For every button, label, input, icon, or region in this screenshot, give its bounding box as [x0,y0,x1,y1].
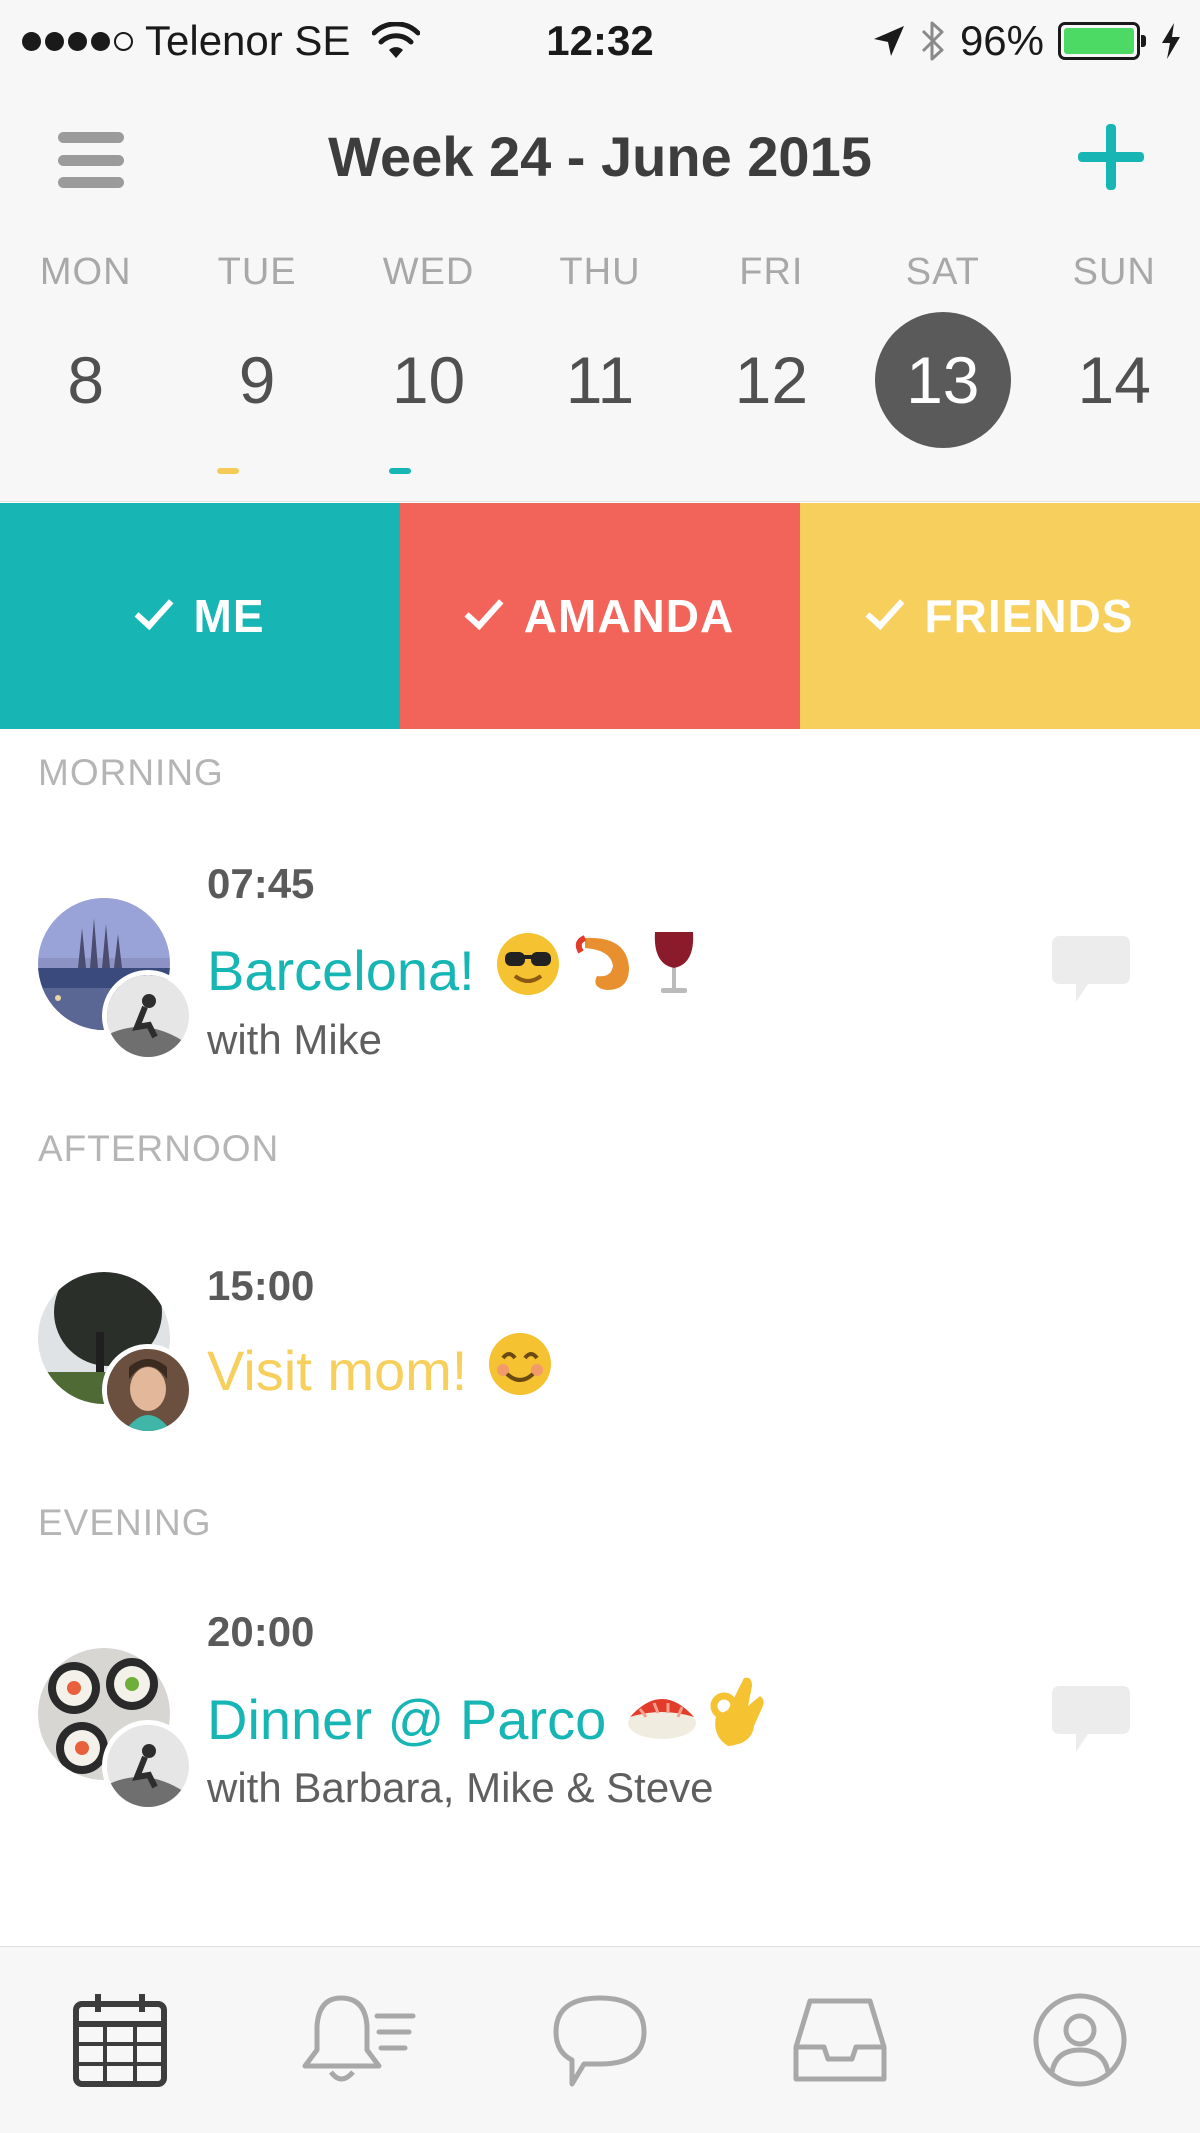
event-time: 15:00 [207,1262,315,1309]
filter-amanda-toggle[interactable]: AMANDA [400,503,800,729]
day-wed[interactable]: WED 10 [343,252,514,492]
notifications-bell-icon [302,1995,416,2082]
checkmark-icon [865,589,905,631]
day-tue[interactable]: TUE 9 [171,252,342,492]
add-event-button[interactable] [1078,124,1144,190]
event-time: 20:00 [207,1608,315,1655]
tab-inbox[interactable] [720,1947,960,2133]
event-row-dinner[interactable]: 20:00 Dinner @ Parco with Barbara, Mike … [0,1608,1200,1828]
day-name: TUE [217,251,297,293]
status-bar: Telenor SE 12:32 96% [0,0,1200,82]
section-header-morning: MORNING [38,752,224,793]
event-title: Visit mom! [207,1328,555,1414]
filter-label: ME [193,590,265,642]
event-title: Barcelona! [207,928,699,1014]
event-participants: with Barbara, Mike & Steve [207,1764,714,1811]
tab-messages[interactable] [480,1947,720,2133]
skater-photo [107,1725,189,1807]
day-mon[interactable]: MON 8 [0,252,171,492]
battery-level [1064,28,1134,54]
day-name: SUN [1072,251,1156,293]
sushi-emoji [624,1677,700,1763]
ok-hand-emoji [708,1676,768,1764]
section-header-evening: EVENING [38,1502,212,1543]
battery-icon [1058,22,1146,60]
event-time: 07:45 [207,860,315,907]
user-avatar [102,1720,194,1812]
event-participants: with Mike [207,1016,383,1063]
event-row-visit-mom[interactable]: 15:00 Visit mom! [0,1262,1200,1482]
profile-icon [1033,1993,1127,2087]
event-title-text: Dinner @ Parco [207,1688,607,1751]
location-arrow-icon [873,26,904,56]
filter-me-toggle[interactable]: ME [0,503,400,729]
chat-bubble-icon [553,1995,647,2087]
checkmark-icon [464,589,504,631]
day-number-selected: 13 [874,312,1011,448]
inbox-tray-icon [793,1998,887,2082]
event-row-barcelona[interactable]: 07:45 Barcelona! with Mike [0,860,1200,1080]
tab-notifications[interactable] [240,1947,480,2133]
charging-bolt-icon [1162,23,1180,59]
calendar-filters: ME AMANDA FRIENDS [0,503,1200,729]
section-header-afternoon: AFTERNOON [38,1128,280,1169]
day-fri[interactable]: FRI 12 [686,252,857,492]
day-thu[interactable]: THU 11 [514,252,685,492]
tab-calendar[interactable] [0,1947,240,2133]
day-name: MON [39,251,132,293]
wine-glass-emoji [649,928,699,1014]
day-number: 9 [238,343,276,417]
day-number: 14 [1077,343,1151,417]
filter-label: FRIENDS [924,590,1134,642]
user-avatar [102,970,194,1062]
day-number: 12 [734,343,809,417]
comment-bubble-icon[interactable] [1052,1686,1130,1754]
skater-photo [107,975,189,1057]
user-avatar [102,1344,194,1436]
day-name: SAT [905,251,980,293]
event-marker [217,468,240,474]
event-marker [388,468,411,474]
bottom-tab-bar [0,1946,1200,2133]
event-title: Dinner @ Parco [207,1676,768,1764]
checkmark-icon [134,589,173,631]
day-name: WED [382,251,475,293]
smiling-face-emoji [485,1328,555,1414]
filter-friends-toggle[interactable]: FRIENDS [800,503,1200,729]
woman-portrait-photo [107,1349,189,1431]
week-strip: MON 8 TUE 9 WED 10 THU 11 FRI 12 SAT 13 … [0,252,1200,492]
day-number: 10 [391,343,466,417]
tab-profile[interactable] [960,1947,1200,2133]
calendar-icon [73,1994,167,2087]
status-right: 96% [872,14,1182,68]
day-name: THU [559,251,641,293]
bluetooth-icon [921,21,944,61]
page-title: Week 24 - June 2015 [328,125,872,188]
day-sat[interactable]: SAT 13 [857,252,1028,492]
day-number: 8 [67,343,105,417]
shrimp-emoji [571,928,641,1014]
event-title-text: Barcelona! [207,939,475,1002]
sunglasses-emoji [493,928,563,1014]
calendar-header: Week 24 - June 2015 MON 8 TUE 9 WED 10 T… [0,82,1200,502]
battery-percent: 96% [959,17,1044,64]
day-sun[interactable]: SUN 14 [1029,252,1200,492]
filter-label: AMANDA [523,590,735,642]
comment-bubble-icon[interactable] [1052,936,1130,1004]
day-number: 11 [565,343,635,417]
day-name: FRI [739,251,804,293]
event-title-text: Visit mom! [207,1339,468,1402]
